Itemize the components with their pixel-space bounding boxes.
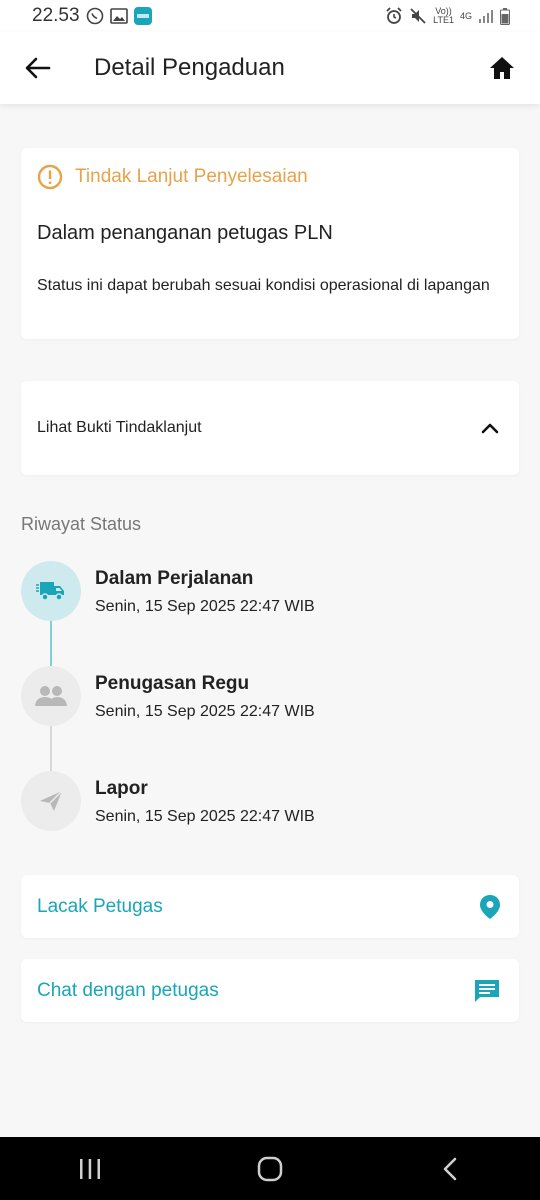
status-bar-left: 22.53 — [32, 5, 152, 27]
chevron-up-icon — [481, 423, 499, 434]
status-heading: Tindak Lanjut Penyelesaian — [75, 166, 308, 187]
alarm-icon — [385, 7, 403, 25]
timeline-text: Lapor Senin, 15 Sep 2025 22:47 WIB — [95, 778, 315, 826]
recent-apps-button[interactable] — [60, 1144, 120, 1194]
proof-label: Lihat Bukti Tindaklanjut — [37, 419, 202, 436]
timeline-item-date: Senin, 15 Sep 2025 22:47 WIB — [95, 808, 315, 825]
volte-bottom: LTE1 — [433, 15, 454, 25]
whatsapp-icon — [86, 7, 104, 25]
group-icon — [35, 686, 67, 706]
page-title: Detail Pengaduan — [94, 54, 285, 81]
arrow-left-icon — [25, 57, 51, 79]
timeline-connector — [50, 621, 52, 666]
timeline-text: Dalam Perjalanan Senin, 15 Sep 2025 22:4… — [95, 568, 315, 616]
send-icon — [40, 790, 63, 811]
pln-app-icon — [133, 7, 152, 25]
timeline-item-title: Lapor — [95, 778, 148, 799]
track-officer-button[interactable]: Lacak Petugas — [21, 875, 519, 938]
status-bar-right: Vo)) LTE1 4G — [385, 7, 510, 25]
signal-icon — [478, 9, 494, 23]
clock: 22.53 — [32, 5, 80, 26]
back-button[interactable] — [22, 52, 54, 84]
proof-toggle[interactable]: Lihat Bukti Tindaklanjut — [21, 381, 519, 475]
home-button[interactable] — [486, 52, 518, 84]
recent-apps-icon — [80, 1158, 100, 1179]
timeline-icon-circle — [21, 771, 81, 831]
status-heading-row: Tindak Lanjut Penyelesaian — [37, 164, 503, 190]
timeline-item-title: Dalam Perjalanan — [95, 568, 254, 589]
timeline-icon-circle — [21, 561, 81, 621]
chat-officer-button[interactable]: Chat dengan petugas — [21, 959, 519, 1022]
chat-icon — [475, 979, 499, 1002]
status-timeline: Dalam Perjalanan Senin, 15 Sep 2025 22:4… — [21, 561, 519, 876]
volte-indicator: Vo)) LTE1 — [433, 7, 454, 25]
track-officer-label: Lacak Petugas — [37, 895, 163, 917]
timeline-item: Lapor Senin, 15 Sep 2025 22:47 WIB — [21, 771, 519, 876]
location-pin-icon — [480, 894, 500, 919]
timeline-text: Penugasan Regu Senin, 15 Sep 2025 22:47 … — [95, 673, 315, 721]
status-bar: 22.53 Vo)) LTE1 4G — [0, 0, 540, 32]
timeline-item: Dalam Perjalanan Senin, 15 Sep 2025 22:4… — [21, 561, 519, 666]
status-description: Status ini dapat berubah sesuai kondisi … — [37, 277, 490, 294]
timeline-item-title: Penugasan Regu — [95, 673, 250, 694]
timeline-item: Penugasan Regu Senin, 15 Sep 2025 22:47 … — [21, 666, 519, 771]
timeline-item-date: Senin, 15 Sep 2025 22:47 WIB — [95, 703, 315, 720]
battery-icon — [500, 7, 510, 25]
status-card: Tindak Lanjut Penyelesaian Dalam penanga… — [21, 148, 519, 339]
home-nav-button[interactable] — [240, 1144, 300, 1194]
chevron-left-icon — [443, 1157, 457, 1180]
timeline-icon-circle — [21, 666, 81, 726]
warning-circle-icon — [37, 164, 63, 190]
app-bar: Detail Pengaduan — [0, 32, 540, 104]
timeline-item-date: Senin, 15 Sep 2025 22:47 WIB — [95, 598, 315, 615]
truck-icon — [36, 582, 64, 601]
history-title: Riwayat Status — [21, 514, 142, 534]
timeline-connector — [50, 726, 52, 771]
back-nav-button[interactable] — [420, 1144, 480, 1194]
chat-officer-label: Chat dengan petugas — [37, 979, 219, 1001]
gallery-icon — [109, 8, 128, 24]
network-type: 4G — [459, 10, 472, 21]
status-main-text: Dalam penanganan petugas PLN — [37, 222, 333, 244]
home-circle-icon — [257, 1156, 283, 1181]
mute-icon — [409, 7, 427, 25]
system-nav-bar — [0, 1137, 540, 1200]
home-icon — [490, 57, 514, 79]
